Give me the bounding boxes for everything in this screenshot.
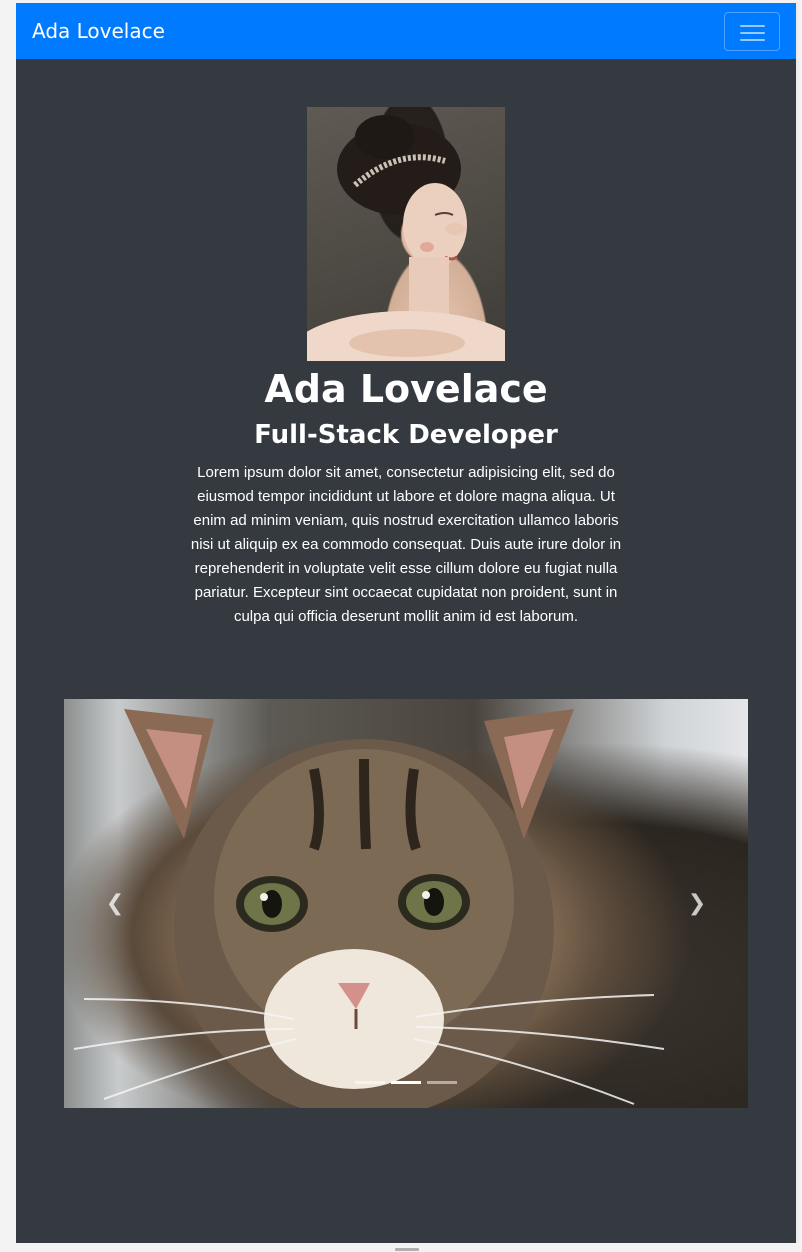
- carousel-prev-button[interactable]: ❮: [100, 889, 130, 919]
- portrait-illustration: [307, 115, 505, 361]
- carousel-indicator-2[interactable]: [391, 1081, 421, 1084]
- navbar-brand[interactable]: Ada Lovelace: [32, 19, 165, 43]
- navbar: Ada Lovelace: [16, 3, 796, 59]
- image-carousel[interactable]: ❮ ❯: [64, 699, 748, 1108]
- resize-grip[interactable]: [395, 1248, 419, 1251]
- carousel-slide-image: [73, 709, 665, 1108]
- portrait-image: [307, 107, 505, 361]
- window-edge: [796, 3, 802, 1243]
- hero-name: Ada Lovelace: [264, 367, 548, 411]
- hero-role: Full-Stack Developer: [254, 420, 558, 450]
- page-body: Ada Lovelace Ada Lovelace Full-Stack Dev…: [16, 3, 796, 1243]
- carousel-indicator-3[interactable]: [427, 1081, 457, 1084]
- hero-bio: Lorem ipsum dolor sit amet, consectetur …: [190, 464, 622, 625]
- carousel-indicators: [355, 1080, 457, 1086]
- carousel-indicator-1[interactable]: [355, 1081, 385, 1084]
- chevron-right-icon: ❯: [687, 891, 707, 916]
- chevron-left-icon: ❮: [105, 891, 125, 916]
- navbar-toggler-button[interactable]: [724, 12, 780, 51]
- carousel-next-button[interactable]: ❯: [682, 889, 712, 919]
